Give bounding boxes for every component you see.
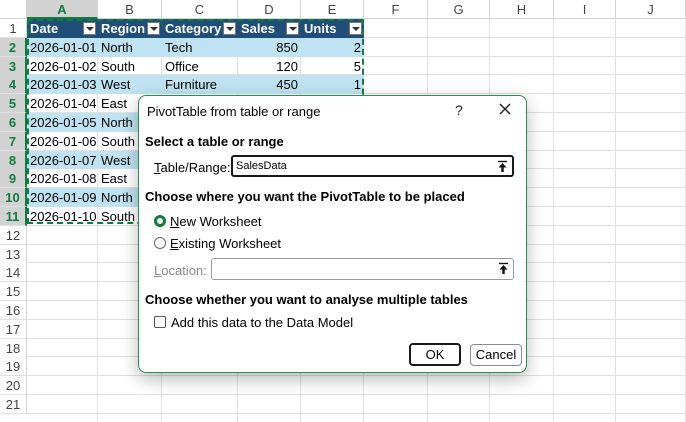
table-cell[interactable]: 1 bbox=[301, 75, 364, 95]
column-header-e[interactable]: E bbox=[301, 0, 364, 19]
filter-dropdown-icon[interactable] bbox=[286, 22, 299, 35]
select-all-corner[interactable] bbox=[0, 0, 27, 19]
location-input[interactable] bbox=[211, 258, 514, 280]
table-cell[interactable]: 450 bbox=[238, 75, 301, 95]
new-worksheet-radio[interactable] bbox=[154, 215, 166, 227]
row-header-12[interactable]: 12 bbox=[0, 225, 27, 245]
table-cell[interactable]: 2026-01-06 bbox=[27, 132, 98, 151]
table-cell[interactable]: 2026-01-07 bbox=[27, 150, 98, 170]
table-cell[interactable]: Furniture bbox=[162, 75, 238, 95]
table-cell[interactable]: 2026-01-05 bbox=[27, 113, 98, 132]
table-cell[interactable]: West bbox=[98, 75, 162, 95]
table-cell[interactable]: 850 bbox=[238, 37, 301, 57]
new-worksheet-label[interactable]: New Worksheet bbox=[170, 214, 262, 229]
table-cell[interactable]: 2026-01-10 bbox=[27, 207, 98, 226]
column-header-a[interactable]: A bbox=[27, 0, 98, 19]
column-header-b[interactable]: B bbox=[98, 0, 162, 19]
row-header-21[interactable]: 21 bbox=[0, 395, 27, 414]
table-range-value: SalesData bbox=[236, 160, 287, 172]
table-range-label: Table/Range: bbox=[154, 160, 231, 175]
filter-dropdown-icon[interactable] bbox=[223, 22, 236, 35]
close-icon bbox=[499, 103, 511, 115]
column-header-g[interactable]: G bbox=[428, 0, 490, 19]
table-cell[interactable]: Office bbox=[162, 57, 238, 76]
section-multiple-tables: Choose whether you want to analyse multi… bbox=[145, 292, 468, 307]
row-header-1[interactable]: 1 bbox=[0, 19, 27, 38]
ok-button[interactable]: OK bbox=[409, 343, 461, 366]
row-header-6[interactable]: 6 bbox=[0, 113, 27, 132]
row-header-7[interactable]: 7 bbox=[0, 131, 27, 151]
row-header-19[interactable]: 19 bbox=[0, 357, 27, 377]
location-range-picker-icon[interactable] bbox=[498, 262, 509, 275]
filter-dropdown-icon[interactable] bbox=[349, 22, 362, 35]
row-header-14[interactable]: 14 bbox=[0, 263, 27, 283]
column-header-f[interactable]: F bbox=[364, 0, 428, 19]
gridline-horizontal bbox=[27, 394, 686, 395]
section-placement: Choose where you want the PivotTable to … bbox=[145, 189, 465, 204]
gridline-horizontal bbox=[27, 375, 686, 377]
table-header-label: Category bbox=[165, 21, 222, 36]
table-cell[interactable]: 2026-01-09 bbox=[27, 188, 98, 207]
table-cell[interactable]: North bbox=[98, 37, 162, 57]
column-header-d[interactable]: D bbox=[238, 0, 301, 19]
cancel-button[interactable]: Cancel bbox=[470, 344, 522, 366]
table-header-label: Date bbox=[30, 21, 59, 36]
table-cell[interactable]: Tech bbox=[162, 37, 238, 57]
row-header-5[interactable]: 5 bbox=[0, 94, 27, 114]
row-header-18[interactable]: 18 bbox=[0, 338, 27, 358]
table-range-input[interactable]: SalesData bbox=[231, 155, 514, 177]
row-header-11[interactable]: 11 bbox=[0, 207, 27, 226]
column-header-j[interactable]: J bbox=[616, 0, 686, 19]
row-header-20[interactable]: 20 bbox=[0, 376, 27, 396]
gridline-vertical bbox=[615, 19, 616, 422]
help-button[interactable]: ? bbox=[455, 102, 463, 118]
dialog-title: PivotTable from table or range bbox=[147, 104, 321, 119]
column-header-i[interactable]: I bbox=[554, 0, 616, 19]
row-header-16[interactable]: 16 bbox=[0, 301, 27, 320]
data-model-label[interactable]: Add this data to the Data Model bbox=[171, 315, 353, 330]
table-header-label: Region bbox=[101, 21, 146, 36]
gridline-vertical bbox=[553, 19, 554, 422]
filter-dropdown-icon[interactable] bbox=[147, 22, 160, 35]
table-cell[interactable]: 2026-01-03 bbox=[27, 75, 98, 95]
table-cell[interactable]: 2 bbox=[301, 37, 364, 57]
existing-worksheet-radio[interactable] bbox=[154, 237, 166, 249]
close-button[interactable] bbox=[496, 100, 514, 118]
location-label: Location: bbox=[154, 263, 207, 278]
row-header-2[interactable]: 2 bbox=[0, 37, 27, 57]
table-cell[interactable]: 2026-01-02 bbox=[27, 57, 98, 76]
pivottable-dialog: PivotTable from table or range ? Select … bbox=[138, 95, 527, 373]
existing-worksheet-label[interactable]: Existing Worksheet bbox=[170, 236, 281, 251]
row-header-10[interactable]: 10 bbox=[0, 188, 27, 208]
table-header-label: Sales bbox=[241, 21, 275, 36]
gridline-horizontal bbox=[27, 412, 686, 414]
table-cell[interactable]: 2026-01-04 bbox=[27, 94, 98, 113]
table-cell[interactable]: 5 bbox=[301, 57, 364, 76]
table-cell[interactable]: 120 bbox=[238, 57, 301, 76]
data-model-checkbox[interactable] bbox=[154, 316, 166, 328]
filter-dropdown-icon[interactable] bbox=[83, 22, 96, 35]
row-header-8[interactable]: 8 bbox=[0, 150, 27, 170]
row-header-4[interactable]: 4 bbox=[0, 75, 27, 95]
section-select-range: Select a table or range bbox=[145, 134, 284, 149]
column-header-h[interactable]: H bbox=[490, 0, 554, 19]
row-header-9[interactable]: 9 bbox=[0, 169, 27, 189]
table-header-label: Units bbox=[304, 21, 337, 36]
row-header-3[interactable]: 3 bbox=[0, 56, 27, 76]
column-header-c[interactable]: C bbox=[162, 0, 238, 19]
range-picker-icon[interactable] bbox=[497, 160, 508, 173]
row-header-17[interactable]: 17 bbox=[0, 319, 27, 339]
row-header-13[interactable]: 13 bbox=[0, 244, 27, 264]
table-cell[interactable]: 2026-01-08 bbox=[27, 169, 98, 188]
table-cell[interactable]: 2026-01-01 bbox=[27, 37, 98, 57]
table-cell[interactable]: South bbox=[98, 57, 162, 76]
row-header-15[interactable]: 15 bbox=[0, 282, 27, 302]
